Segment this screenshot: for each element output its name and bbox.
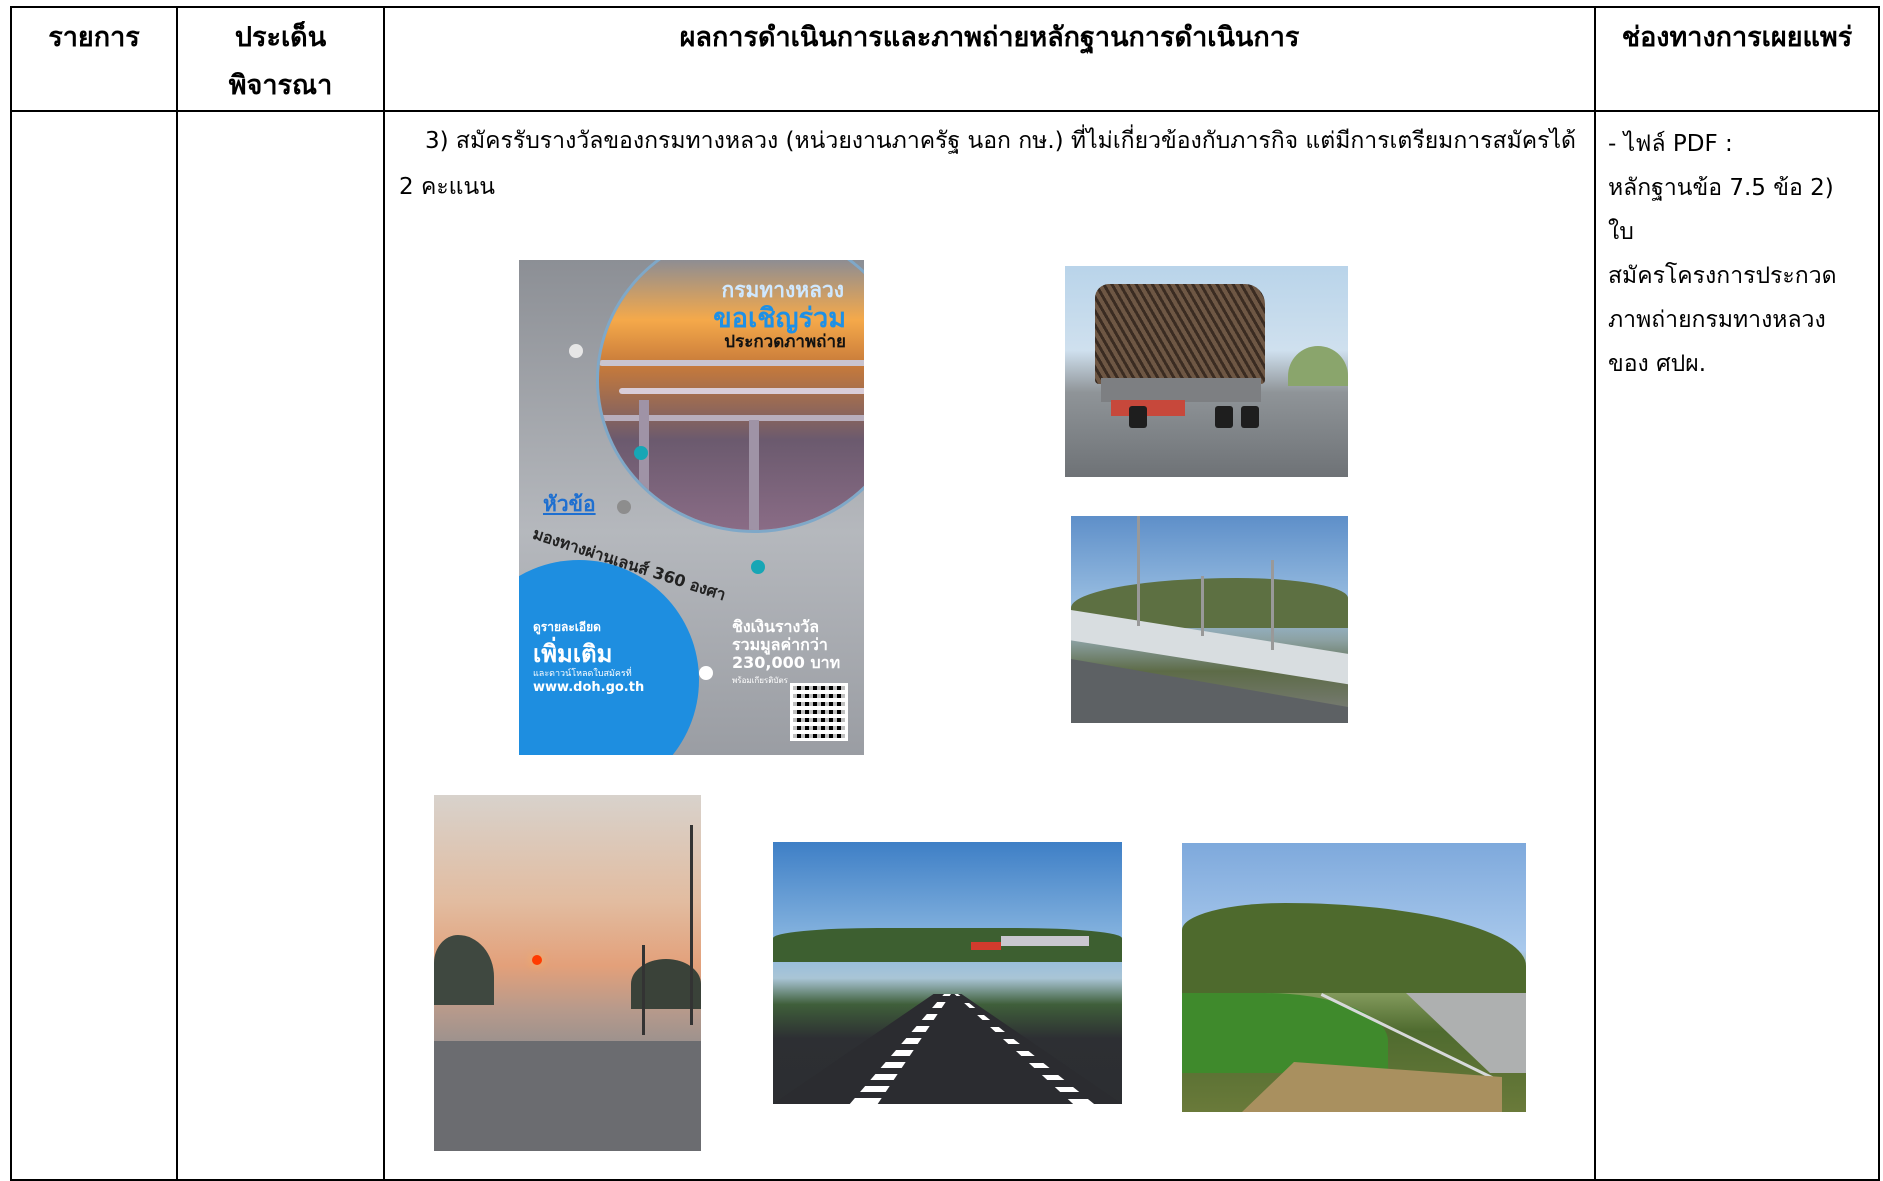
overpass-road-photo <box>1071 516 1348 723</box>
results-line-1: 3) สมัครรับรางวัลของกรมทางหลวง (หน่วยงาน… <box>399 118 1580 164</box>
channel-line: ของ ศปผ. <box>1608 351 1707 377</box>
header-results: ผลการดำเนินการและภาพถ่ายหลักฐานการดำเนิน… <box>383 6 1596 112</box>
channel-text: - ไฟล์ PDF : หลักฐานข้อ 7.5 ข้อ 2) ใบ สม… <box>1596 112 1878 386</box>
results-line-2: 2 คะแนน <box>399 174 495 200</box>
channel-line: - ไฟล์ PDF : <box>1608 131 1733 157</box>
mountain-road-photo <box>1182 843 1526 1112</box>
table-header-row: รายการ ประเด็น พิจารณา ผลการดำเนินการและ… <box>10 6 1880 112</box>
header-consideration-line1: ประเด็น <box>234 22 327 53</box>
highway-lanes-photo <box>773 842 1122 1104</box>
poster-contest: ประกวดภาพถ่าย <box>724 332 846 352</box>
poster-topic-label: หัวข้อ <box>543 492 596 516</box>
poster-detail-note: และดาวน์โหลดใบสมัครที่ <box>533 669 632 679</box>
sugarcane-truck-photo <box>1065 266 1348 477</box>
header-channel: ช่องทางการเผยแพร่ <box>1594 6 1880 112</box>
sunset-road-photo <box>434 795 701 1151</box>
cell-channel: - ไฟล์ PDF : หลักฐานข้อ 7.5 ข้อ 2) ใบ สม… <box>1594 110 1880 1181</box>
channel-line: ภาพถ่ายกรมทางหลวง <box>1608 307 1826 333</box>
evaluation-table: รายการ ประเด็น พิจารณา ผลการดำเนินการและ… <box>10 6 1880 1181</box>
header-item: รายการ <box>10 6 178 112</box>
qr-code-icon <box>790 683 848 741</box>
cell-consideration <box>176 110 385 1181</box>
results-text-1: 3) สมัครรับรางวัลของกรมทางหลวง (หน่วยงาน… <box>425 128 1576 154</box>
results-paragraph: 3) สมัครรับรางวัลของกรมทางหลวง (หน่วยงาน… <box>385 112 1594 210</box>
cell-results: 3) สมัครรับรางวัลของกรมทางหลวง (หน่วยงาน… <box>383 110 1596 1181</box>
header-consideration-line2: พิจารณา <box>228 70 333 101</box>
poster-url: www.doh.go.th <box>533 680 645 695</box>
poster-prize: ชิงเงินรางวัล รวมมูลค่ากว่า 230,000 บาท <box>732 617 841 672</box>
header-consideration: ประเด็น พิจารณา <box>176 6 385 112</box>
contest-poster-image: กรมทางหลวง ขอเชิญร่วม ประกวดภาพถ่าย หัวข… <box>519 260 864 755</box>
channel-line: หลักฐานข้อ 7.5 ข้อ 2) ใบ <box>1608 175 1834 245</box>
table-row: 3) สมัครรับรางวัลของกรมทางหลวง (หน่วยงาน… <box>10 110 1880 1181</box>
cell-item <box>10 110 178 1181</box>
channel-line: สมัครโครงการประกวด <box>1608 263 1837 289</box>
